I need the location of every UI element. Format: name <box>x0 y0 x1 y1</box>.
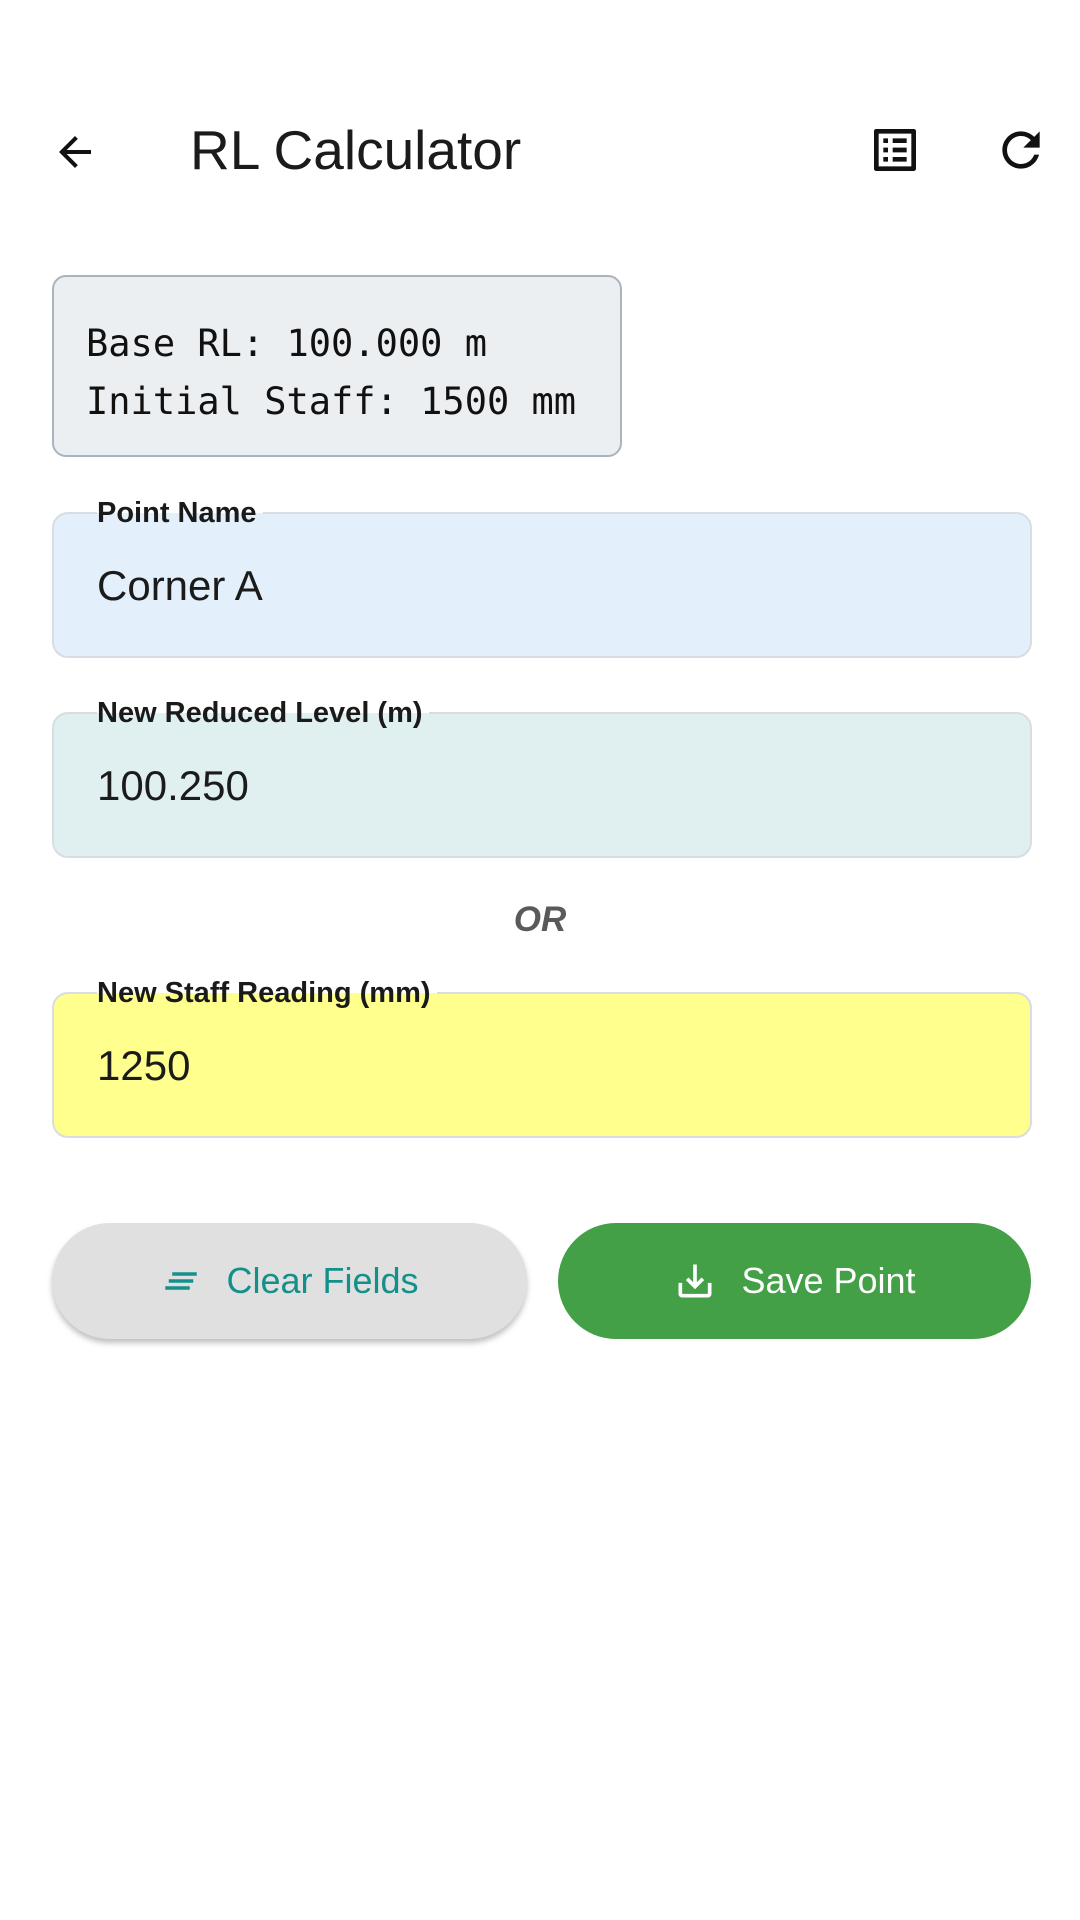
page-title: RL Calculator <box>190 119 522 181</box>
back-button[interactable] <box>35 112 115 192</box>
staff-reading-field[interactable]: New Staff Reading (mm) <box>52 976 1032 1138</box>
staff-reading-label: New Staff Reading (mm) <box>97 976 437 1010</box>
point-name-field[interactable]: Point Name <box>52 496 1032 658</box>
initial-staff-text: Initial Staff: 1500 mm <box>86 380 577 423</box>
clear-fields-label: Clear Fields <box>226 1260 419 1301</box>
download-icon <box>673 1259 717 1303</box>
clear-all-icon <box>160 1260 202 1302</box>
save-point-button[interactable]: Save Point <box>558 1223 1031 1339</box>
refresh-icon <box>1002 131 1040 169</box>
list-alt-icon <box>874 129 916 171</box>
base-info-panel: Base RL: 100.000 m Initial Staff: 1500 mm <box>52 275 622 457</box>
points-list-button[interactable] <box>852 107 938 193</box>
reduced-level-input[interactable] <box>97 756 997 816</box>
save-point-label: Save Point <box>741 1260 916 1301</box>
or-separator: OR <box>513 900 567 939</box>
arrow-back-icon <box>59 136 91 168</box>
staff-reading-input[interactable] <box>97 1036 997 1096</box>
reduced-level-field[interactable]: New Reduced Level (m) <box>52 696 1032 858</box>
point-name-label: Point Name <box>97 496 263 530</box>
reduced-level-label: New Reduced Level (m) <box>97 696 429 730</box>
refresh-button[interactable] <box>978 107 1064 193</box>
point-name-input[interactable] <box>97 556 997 616</box>
app-bar: RL Calculator <box>0 82 1080 212</box>
clear-fields-button[interactable]: Clear Fields <box>52 1223 527 1339</box>
base-rl-text: Base RL: 100.000 m <box>86 322 487 365</box>
